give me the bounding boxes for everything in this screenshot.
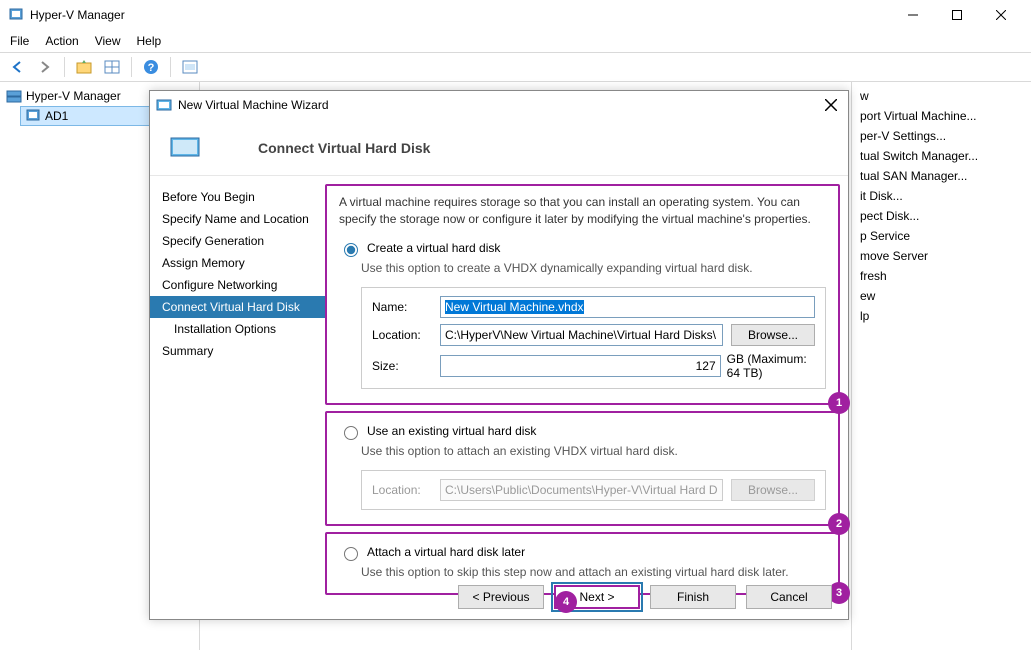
actions-item[interactable]: it Disk... — [852, 186, 1031, 206]
menu-bar: File Action View Help — [0, 30, 1031, 52]
actions-item[interactable]: ew — [852, 286, 1031, 306]
name-label: Name: — [372, 300, 432, 314]
server-icon — [6, 88, 22, 104]
radio-create-disk-label: Create a virtual hard disk — [367, 241, 500, 255]
up-button[interactable] — [73, 56, 95, 78]
dialog-heading: Connect Virtual Hard Disk — [258, 140, 430, 156]
menu-help[interactable]: Help — [137, 34, 162, 48]
monitor-icon — [170, 137, 200, 159]
radio-existing-disk-label: Use an existing virtual hard disk — [367, 424, 536, 438]
view-list-button[interactable] — [101, 56, 123, 78]
browse-button[interactable]: Browse... — [731, 324, 815, 346]
actions-item[interactable]: tual Switch Manager... — [852, 146, 1031, 166]
size-suffix: GB (Maximum: 64 TB) — [727, 352, 815, 380]
actions-panel: w port Virtual Machine... per-V Settings… — [851, 82, 1031, 650]
finish-button[interactable]: Finish — [650, 585, 736, 609]
back-button[interactable] — [6, 56, 28, 78]
wizard-step[interactable]: Installation Options — [150, 318, 325, 340]
wizard-step-active[interactable]: Connect Virtual Hard Disk — [150, 296, 325, 318]
wizard-step[interactable]: Assign Memory — [150, 252, 325, 274]
actions-item[interactable]: port Virtual Machine... — [852, 106, 1031, 126]
menu-file[interactable]: File — [10, 34, 29, 48]
toolbar-extra-button[interactable] — [179, 56, 201, 78]
name-input[interactable]: New Virtual Machine.vhdx — [440, 296, 815, 318]
host-icon — [25, 108, 41, 124]
actions-item[interactable]: move Server — [852, 246, 1031, 266]
menu-view[interactable]: View — [95, 34, 121, 48]
dialog-close-button[interactable] — [820, 94, 842, 116]
previous-button[interactable]: < Previous — [458, 585, 544, 609]
create-disk-fields: Name: New Virtual Machine.vhdx Location:… — [361, 287, 826, 389]
wizard-step[interactable]: Specify Generation — [150, 230, 325, 252]
forward-button[interactable] — [34, 56, 56, 78]
dialog-title: New Virtual Machine Wizard — [178, 98, 329, 112]
actions-item[interactable]: pect Disk... — [852, 206, 1031, 226]
wizard-step[interactable]: Before You Begin — [150, 186, 325, 208]
radio-create-disk[interactable] — [344, 243, 358, 257]
location-label: Location: — [372, 328, 432, 342]
help-button[interactable]: ? — [140, 56, 162, 78]
create-disk-desc: Use this option to create a VHDX dynamic… — [339, 259, 826, 281]
actions-item[interactable]: w — [852, 86, 1031, 106]
wizard-step[interactable]: Specify Name and Location — [150, 208, 325, 230]
window-maximize-button[interactable] — [935, 1, 979, 29]
actions-item[interactable]: per-V Settings... — [852, 126, 1031, 146]
dialog-header: Connect Virtual Hard Disk — [150, 119, 848, 176]
toolbar: ? — [0, 52, 1031, 82]
dialog-footer: < Previous Next > Finish Cancel 4 — [458, 585, 832, 609]
location-input[interactable] — [440, 324, 723, 346]
actions-item[interactable]: fresh — [852, 266, 1031, 286]
actions-item[interactable]: p Service — [852, 226, 1031, 246]
wizard-hint: A virtual machine requires storage so th… — [339, 194, 826, 228]
radio-attach-later-label: Attach a virtual hard disk later — [367, 545, 525, 559]
size-label: Size: — [372, 359, 432, 373]
attach-later-desc: Use this option to skip this step now an… — [339, 563, 826, 585]
cancel-button[interactable]: Cancel — [746, 585, 832, 609]
wizard-icon — [156, 97, 172, 113]
existing-disk-fields: Location: Browse... — [361, 470, 826, 510]
svg-text:?: ? — [148, 62, 155, 74]
size-input[interactable] — [440, 355, 721, 377]
wizard-steps: Before You Begin Specify Name and Locati… — [150, 176, 325, 556]
actions-item[interactable]: tual SAN Manager... — [852, 166, 1031, 186]
existing-disk-desc: Use this option to attach an existing VH… — [339, 442, 826, 464]
annotation-badge-4: 4 — [555, 591, 577, 613]
wizard-dialog: New Virtual Machine Wizard Connect Virtu… — [149, 90, 849, 620]
title-bar: Hyper-V Manager — [0, 0, 1031, 30]
window-minimize-button[interactable] — [891, 1, 935, 29]
radio-attach-later[interactable] — [344, 547, 358, 561]
dialog-title-bar: New Virtual Machine Wizard — [150, 91, 848, 119]
app-icon — [8, 7, 24, 23]
existing-location-input — [440, 479, 723, 501]
window-close-button[interactable] — [979, 1, 1023, 29]
existing-browse-button: Browse... — [731, 479, 815, 501]
app-title: Hyper-V Manager — [30, 8, 125, 22]
wizard-step[interactable]: Summary — [150, 340, 325, 362]
existing-location-label: Location: — [372, 483, 432, 497]
radio-existing-disk[interactable] — [344, 426, 358, 440]
wizard-step[interactable]: Configure Networking — [150, 274, 325, 296]
menu-action[interactable]: Action — [45, 34, 78, 48]
actions-item[interactable]: lp — [852, 306, 1031, 326]
